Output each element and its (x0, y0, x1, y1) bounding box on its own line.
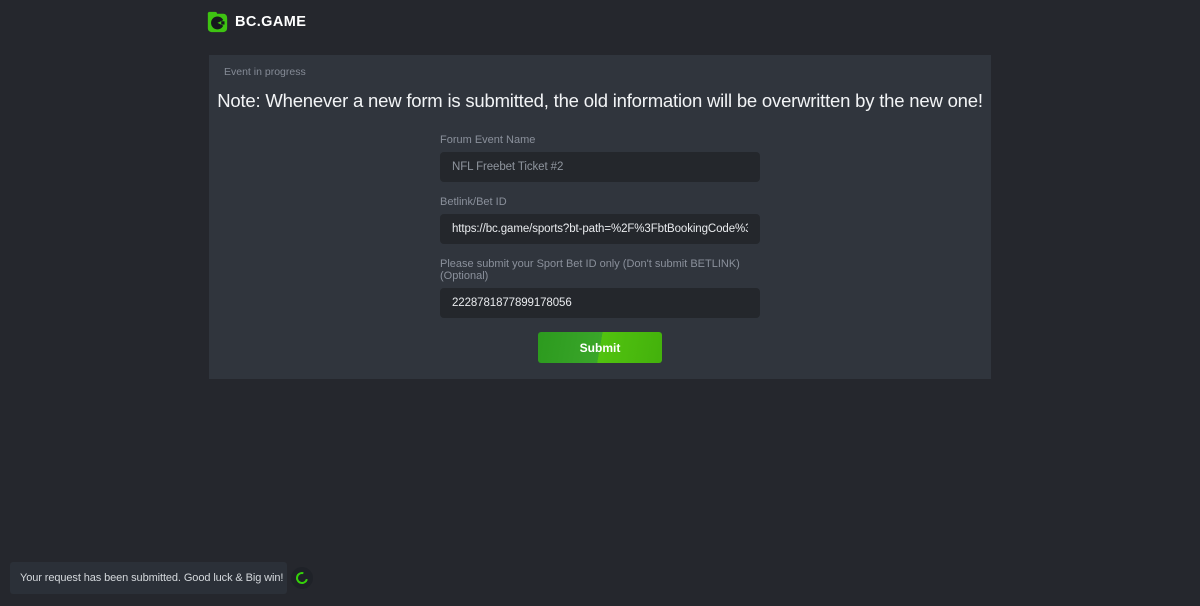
bc-game-logo-icon (206, 11, 228, 33)
brand-logo[interactable]: BC.GAME (206, 11, 306, 33)
toast-message: Your request has been submitted. Good lu… (20, 572, 283, 584)
forum-event-name-input[interactable] (440, 152, 760, 182)
event-form: Forum Event Name Betlink/Bet ID Please s… (440, 134, 760, 363)
toast-notification: Your request has been submitted. Good lu… (10, 562, 287, 594)
betlink-bet-id-input[interactable] (440, 214, 760, 244)
spinner-arc (294, 570, 310, 586)
header: BC.GAME (0, 0, 1200, 44)
note-text: Note: Whenever a new form is submitted, … (209, 90, 991, 112)
event-panel: Event in progress Note: Whenever a new f… (209, 55, 991, 379)
sport-bet-id-label: Please submit your Sport Bet ID only (Do… (440, 258, 760, 282)
betlink-bet-id-label: Betlink/Bet ID (440, 196, 760, 208)
brand-name: BC.GAME (235, 14, 306, 30)
forum-event-name-label: Forum Event Name (440, 134, 760, 146)
sport-bet-id-input[interactable] (440, 288, 760, 318)
submit-button[interactable]: Submit (538, 332, 662, 363)
event-status-text: Event in progress (224, 66, 306, 78)
loading-spinner-icon (291, 567, 313, 589)
